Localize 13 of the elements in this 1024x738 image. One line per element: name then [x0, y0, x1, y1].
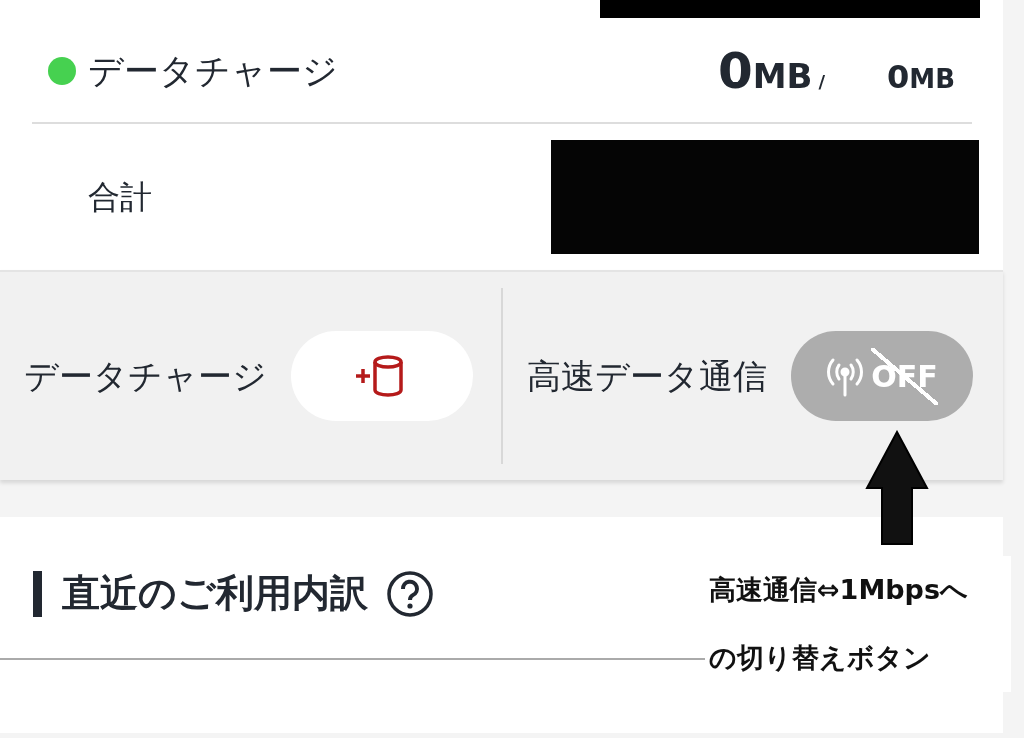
- arrow-icon: [865, 430, 929, 546]
- slash-separator: /: [818, 69, 826, 94]
- section-title: 直近のご利用内訳: [62, 570, 368, 617]
- row-label: データチャージ: [88, 49, 338, 93]
- action-label: データチャージ: [24, 354, 267, 398]
- row-label: 合計: [88, 177, 152, 218]
- used-amount: 0: [717, 40, 753, 102]
- total-amount: 0: [887, 56, 910, 98]
- action-label: 高速データ通信: [526, 354, 767, 398]
- heading-bar: [33, 570, 42, 617]
- total-unit: MB: [909, 62, 955, 96]
- used-unit: MB: [752, 54, 813, 98]
- help-icon[interactable]: [386, 569, 434, 618]
